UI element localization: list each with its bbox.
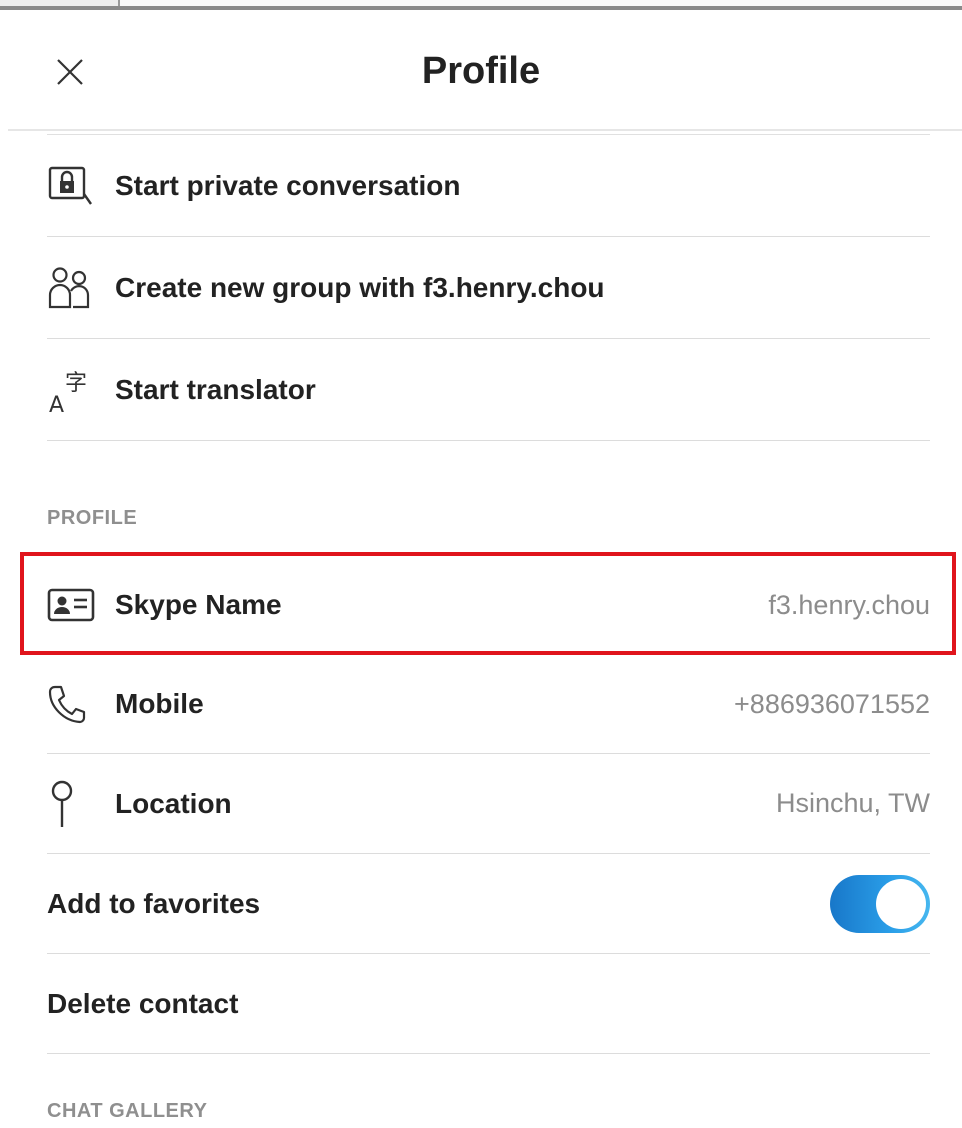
favorites-label: Add to favorites bbox=[47, 887, 261, 919]
profile-panel: Profile Start private conversation Creat… bbox=[0, 0, 962, 1128]
skype-name-row[interactable]: Skype Name f3.henry.chou bbox=[47, 555, 930, 655]
delete-contact-button[interactable]: Delete contact bbox=[47, 954, 930, 1054]
svg-text:A: A bbox=[49, 393, 64, 414]
group-icon bbox=[47, 266, 97, 308]
delete-contact-label: Delete contact bbox=[47, 987, 239, 1019]
mobile-value[interactable]: +886936071552 bbox=[734, 689, 930, 720]
skype-name-value[interactable]: f3.henry.chou bbox=[768, 590, 930, 621]
start-private-conversation-button[interactable]: Start private conversation bbox=[47, 135, 930, 237]
profile-section-header: PROFILE bbox=[47, 507, 138, 529]
page-title: Profile bbox=[421, 50, 541, 92]
location-pin-icon bbox=[47, 780, 97, 827]
favorites-toggle[interactable] bbox=[830, 874, 930, 933]
panel-header: Profile bbox=[0, 10, 962, 130]
toggle-knob bbox=[876, 878, 926, 929]
header-divider bbox=[8, 129, 962, 131]
action-label: Start private conversation bbox=[115, 169, 461, 201]
contact-card-icon bbox=[47, 585, 97, 625]
skype-name-label: Skype Name bbox=[115, 589, 282, 620]
phone-icon bbox=[47, 684, 97, 724]
svg-text:字: 字 bbox=[65, 371, 87, 396]
location-row[interactable]: Location Hsinchu, TW bbox=[47, 754, 930, 854]
add-to-favorites-row: Add to favorites bbox=[47, 854, 930, 954]
location-value[interactable]: Hsinchu, TW bbox=[776, 788, 930, 819]
mobile-row[interactable]: Mobile +886936071552 bbox=[47, 655, 930, 754]
action-label: Create new group with f3.henry.chou bbox=[115, 271, 605, 303]
translator-icon: A 字 bbox=[47, 370, 97, 414]
private-conversation-icon bbox=[47, 166, 97, 206]
chat-gallery-section-header: CHAT GALLERY bbox=[47, 1100, 208, 1122]
mobile-label: Mobile bbox=[115, 688, 204, 719]
start-translator-button[interactable]: A 字 Start translator bbox=[47, 339, 930, 441]
action-label: Start translator bbox=[115, 373, 316, 405]
background-window-strip bbox=[0, 0, 962, 10]
location-label: Location bbox=[115, 787, 232, 819]
create-group-button[interactable]: Create new group with f3.henry.chou bbox=[47, 237, 930, 339]
